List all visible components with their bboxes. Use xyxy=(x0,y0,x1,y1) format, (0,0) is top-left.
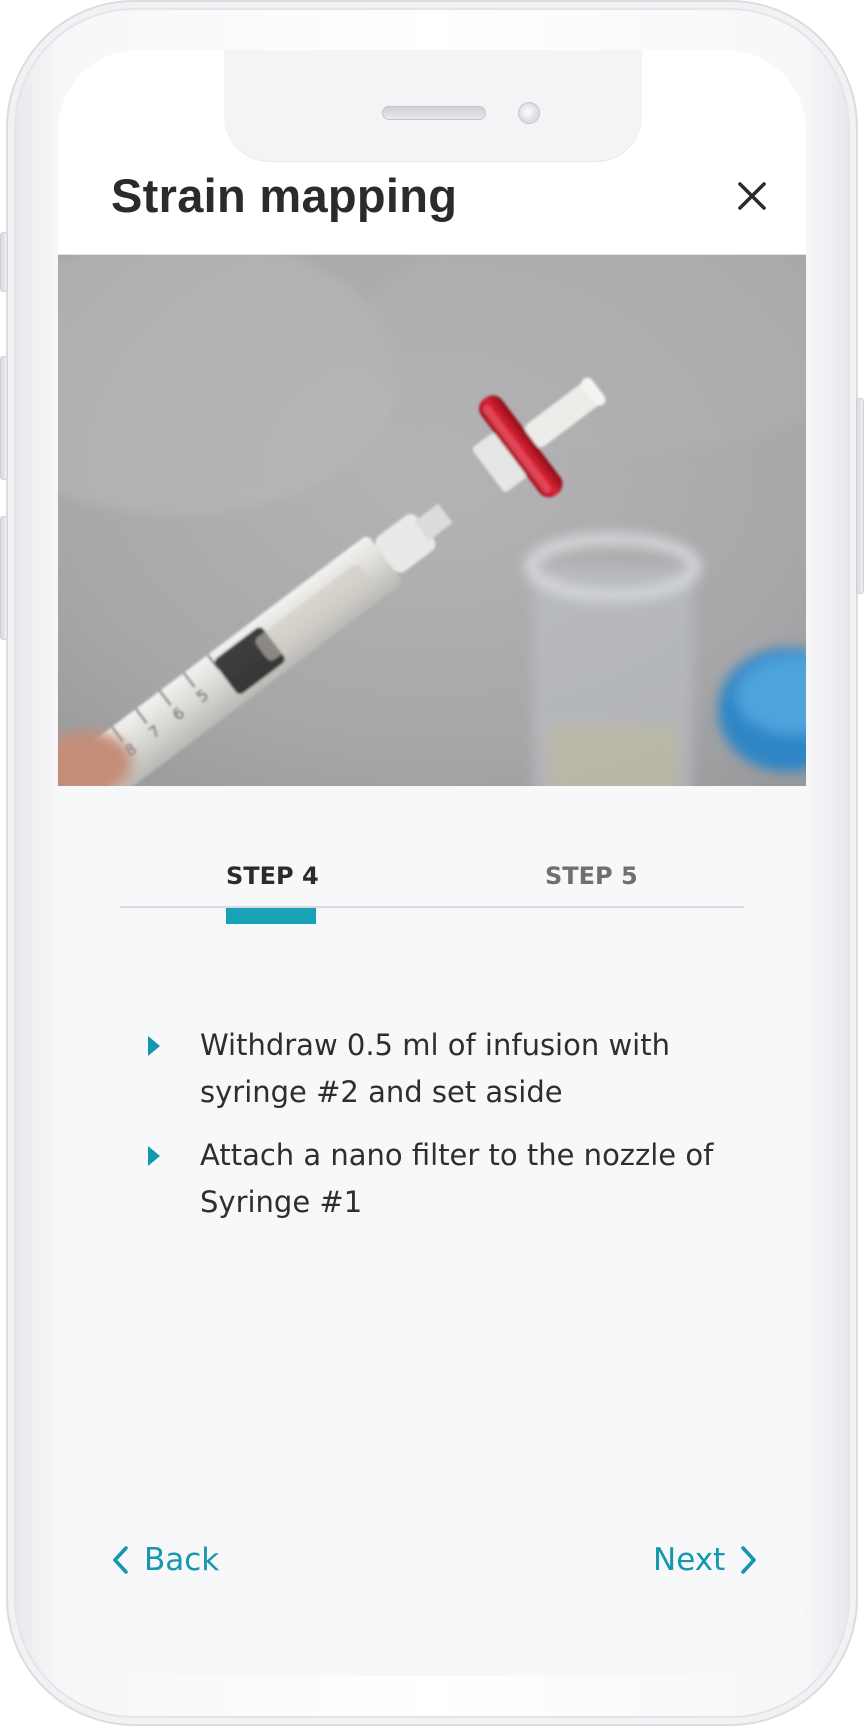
back-button[interactable]: Back xyxy=(110,1530,219,1590)
close-icon xyxy=(738,182,766,210)
tab-step-4[interactable]: STEP 4 xyxy=(226,862,319,890)
step-tabs: STEP 4 STEP 5 xyxy=(120,850,744,924)
chevron-right-icon xyxy=(741,1546,757,1574)
mute-switch xyxy=(0,232,8,292)
next-button[interactable]: Next xyxy=(653,1530,759,1590)
close-button[interactable] xyxy=(730,174,774,218)
list-item: Attach a nano filter to the nozzle of Sy… xyxy=(108,1132,748,1226)
chevron-left-icon xyxy=(113,1546,128,1574)
speaker-grille xyxy=(382,106,486,120)
volume-up-button xyxy=(0,356,8,480)
triangle-bullet-icon xyxy=(148,1146,160,1166)
next-label: Next xyxy=(653,1542,726,1578)
app-screen: Strain mapping 8 7 6 5 4 STEP 4 STEP 5 W… xyxy=(58,50,806,1676)
list-item: Withdraw 0.5 ml of infusion with syringe… xyxy=(108,1022,748,1116)
instruction-text: Attach a nano filter to the nozzle of Sy… xyxy=(200,1138,714,1219)
tabs-divider xyxy=(120,906,744,908)
device-notch xyxy=(224,50,642,162)
step-photo: 8 7 6 5 4 xyxy=(58,255,806,786)
power-button xyxy=(856,398,864,594)
instruction-text: Withdraw 0.5 ml of infusion with syringe… xyxy=(200,1028,670,1109)
page-title: Strain mapping xyxy=(111,169,458,222)
tab-step-5[interactable]: STEP 5 xyxy=(545,862,638,890)
front-camera xyxy=(518,102,540,124)
volume-down-button xyxy=(0,516,8,640)
triangle-bullet-icon xyxy=(148,1036,160,1056)
instruction-list: Withdraw 0.5 ml of infusion with syringe… xyxy=(108,1022,748,1242)
back-label: Back xyxy=(144,1542,220,1578)
active-tab-indicator xyxy=(226,908,316,924)
